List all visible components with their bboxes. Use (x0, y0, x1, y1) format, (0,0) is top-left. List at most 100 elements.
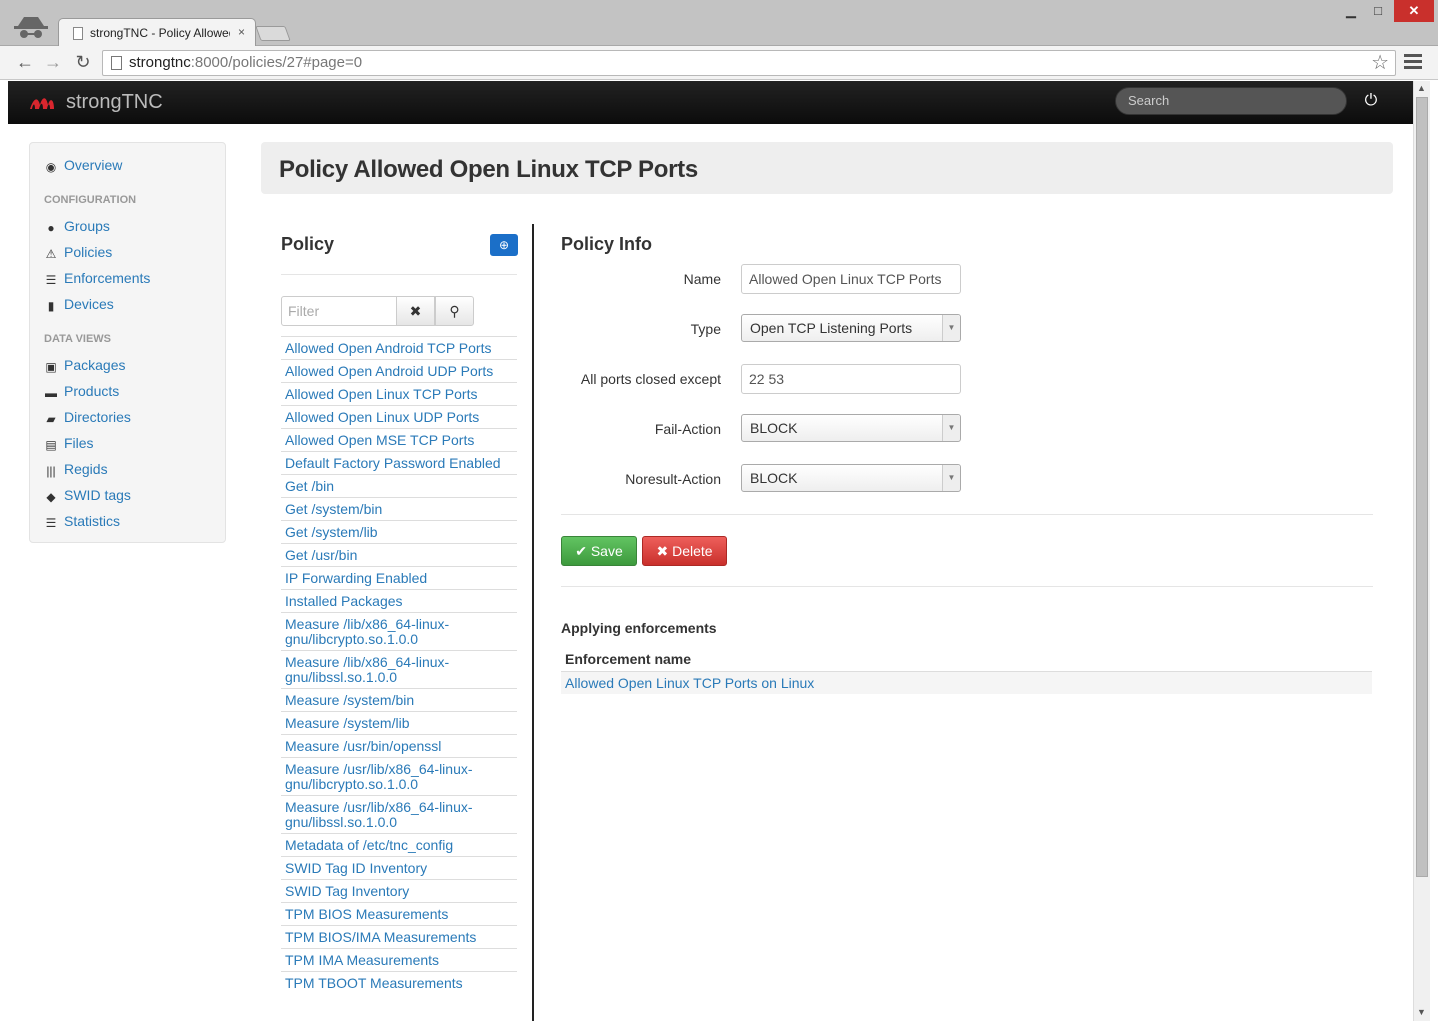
tasks-icon: ☰ (45, 516, 57, 530)
browser-tab[interactable]: strongTNC - Policy Allowed Open Linux TC… (58, 18, 256, 47)
forward-arrow-icon[interactable]: → (42, 51, 64, 73)
search-input[interactable]: Search (1115, 87, 1347, 115)
policy-link[interactable]: Allowed Open MSE TCP Ports (285, 432, 474, 448)
gift-icon: ▣ (45, 360, 57, 374)
new-tab-button[interactable] (255, 26, 291, 41)
name-field[interactable]: Allowed Open Linux TCP Ports (741, 264, 961, 294)
policy-link[interactable]: TPM TBOOT Measurements (285, 975, 463, 991)
sidebar-item-enforcements[interactable]: ☰ Enforcements (44, 270, 151, 287)
type-select[interactable]: Open TCP Listening Ports ▼ (741, 314, 961, 342)
policy-link[interactable]: Allowed Open Linux TCP Ports (285, 386, 477, 402)
list-item: Allowed Open Linux TCP Ports (281, 382, 517, 405)
sidebar-item-products[interactable]: ▬ Products (44, 383, 119, 400)
list-item: Allowed Open MSE TCP Ports (281, 428, 517, 451)
sidebar-header-configuration: CONFIGURATION (44, 194, 137, 206)
briefcase-icon: ▬ (45, 386, 57, 400)
policy-link[interactable]: SWID Tag Inventory (285, 883, 409, 899)
list-item: Allowed Open Android UDP Ports (281, 359, 517, 382)
policy-link[interactable]: Get /system/bin (285, 501, 382, 517)
maximize-button[interactable]: □ (1364, 0, 1392, 22)
sidebar-item-overview[interactable]: ◉ Overview (44, 157, 123, 174)
minimize-button[interactable]: ▁ (1337, 0, 1365, 22)
sidebar-item-policies[interactable]: ⚠ Policies (44, 244, 113, 261)
clear-filter-button[interactable]: ✖ (396, 296, 435, 326)
policy-link[interactable]: Get /usr/bin (285, 547, 357, 563)
menu-icon[interactable] (1404, 54, 1422, 70)
policy-link[interactable]: Measure /system/lib (285, 715, 409, 731)
policy-info-title: Policy Info (561, 234, 653, 254)
policy-link[interactable]: Measure /lib/x86_64-linux-gnu/libcrypto.… (285, 616, 449, 647)
policy-link[interactable]: Measure /usr/lib/x86_64-linux-gnu/libcry… (285, 761, 473, 792)
scroll-up-icon[interactable]: ▲ (1417, 83, 1426, 93)
sidebar-item-regids[interactable]: ||| Regids (44, 461, 107, 478)
policy-link[interactable]: Measure /lib/x86_64-linux-gnu/libssl.so.… (285, 654, 449, 685)
policy-link[interactable]: TPM IMA Measurements (285, 952, 439, 968)
policy-link[interactable]: Measure /usr/bin/openssl (285, 738, 441, 754)
plus-circle-icon: ⊕ (498, 238, 510, 252)
strongswan-logo-icon (30, 98, 54, 109)
policy-link[interactable]: IP Forwarding Enabled (285, 570, 427, 586)
add-policy-button[interactable]: ⊕ (490, 234, 518, 256)
sidebar-item-swid-tags[interactable]: ◆ SWID tags (44, 487, 131, 504)
scrollbar-thumb[interactable] (1416, 97, 1428, 877)
scroll-down-icon[interactable]: ▼ (1417, 1007, 1426, 1017)
policy-link[interactable]: Metadata of /etc/tnc_config (285, 837, 453, 853)
list-item: Measure /system/lib (281, 711, 517, 734)
noresult-action-select[interactable]: BLOCK ▼ (741, 464, 961, 492)
url-text[interactable]: strongtnc:8000/policies/27#page=0 (129, 54, 362, 71)
vertical-scrollbar[interactable]: ▲ ▼ (1413, 81, 1430, 1021)
list-item: Measure /lib/x86_64-linux-gnu/libcrypto.… (281, 612, 517, 650)
policy-link[interactable]: Installed Packages (285, 593, 403, 609)
sidebar-item-statistics[interactable]: ☰ Statistics (44, 513, 120, 530)
reload-icon[interactable]: ↻ (72, 51, 94, 73)
brand-name[interactable]: strongTNC (66, 91, 163, 114)
type-select-value: Open TCP Listening Ports (750, 320, 913, 336)
back-arrow-icon[interactable]: ← (14, 51, 36, 73)
enforcement-link[interactable]: Allowed Open Linux TCP Ports on Linux (565, 675, 814, 691)
browser-toolbar: ← → ↻ strongtnc:8000/policies/27#page=0 … (0, 46, 1438, 80)
policy-link[interactable]: Allowed Open Android TCP Ports (285, 340, 492, 356)
page-icon (111, 56, 122, 70)
filter-input[interactable]: Filter (281, 296, 397, 326)
sidebar-item-groups[interactable]: ● Groups (44, 218, 110, 235)
phone-icon: ▮ (47, 299, 55, 313)
ports-field[interactable]: 22 53 (741, 364, 961, 394)
close-window-button[interactable]: ✕ (1394, 0, 1434, 22)
delete-button[interactable]: ✖ Delete (642, 536, 727, 566)
list-item: Get /bin (281, 474, 517, 497)
tab-close-icon[interactable]: × (238, 25, 245, 39)
policy-link[interactable]: Allowed Open Android UDP Ports (285, 363, 493, 379)
address-bar[interactable]: strongtnc:8000/policies/27#page=0 ☆ (102, 50, 1396, 76)
policy-link[interactable]: Allowed Open Linux UDP Ports (285, 409, 479, 425)
sidebar-item-directories[interactable]: ▰ Directories (44, 409, 131, 426)
barcode-icon: ||| (46, 464, 56, 478)
sidebar-item-files[interactable]: ▤ Files (44, 435, 93, 452)
page-icon (73, 27, 83, 40)
policy-link[interactable]: TPM BIOS/IMA Measurements (285, 929, 476, 945)
list-item: Allowed Open Android TCP Ports (281, 336, 517, 359)
policy-link[interactable]: Default Factory Password Enabled (285, 455, 501, 471)
policy-link[interactable]: SWID Tag ID Inventory (285, 860, 427, 876)
policy-link[interactable]: TPM BIOS Measurements (285, 906, 448, 922)
noresult-action-value: BLOCK (750, 470, 798, 486)
bookmark-star-icon[interactable]: ☆ (1371, 51, 1389, 75)
list-item: IP Forwarding Enabled (281, 566, 517, 589)
sidebar-item-devices[interactable]: ▮ Devices (44, 296, 114, 313)
search-filter-button[interactable]: ⚲ (435, 296, 474, 326)
fail-action-select[interactable]: BLOCK ▼ (741, 414, 961, 442)
policy-link[interactable]: Measure /system/bin (285, 692, 414, 708)
chevron-down-icon: ▼ (942, 415, 960, 441)
save-button[interactable]: ✔ Save (561, 536, 637, 566)
name-label: Name (683, 271, 721, 287)
sidebar-item-packages[interactable]: ▣ Packages (44, 357, 125, 374)
list-item: SWID Tag ID Inventory (281, 856, 517, 879)
power-icon[interactable]: ⏻ (1361, 92, 1381, 112)
list-item: Get /usr/bin (281, 543, 517, 566)
check-icon: ✔ (575, 543, 587, 559)
policy-link[interactable]: Get /system/lib (285, 524, 378, 540)
policy-link[interactable]: Get /bin (285, 478, 334, 494)
search-icon: ⚲ (449, 303, 460, 319)
close-icon: ✖ (409, 303, 422, 319)
policy-list-title: Policy (281, 234, 335, 254)
policy-link[interactable]: Measure /usr/lib/x86_64-linux-gnu/libssl… (285, 799, 473, 830)
